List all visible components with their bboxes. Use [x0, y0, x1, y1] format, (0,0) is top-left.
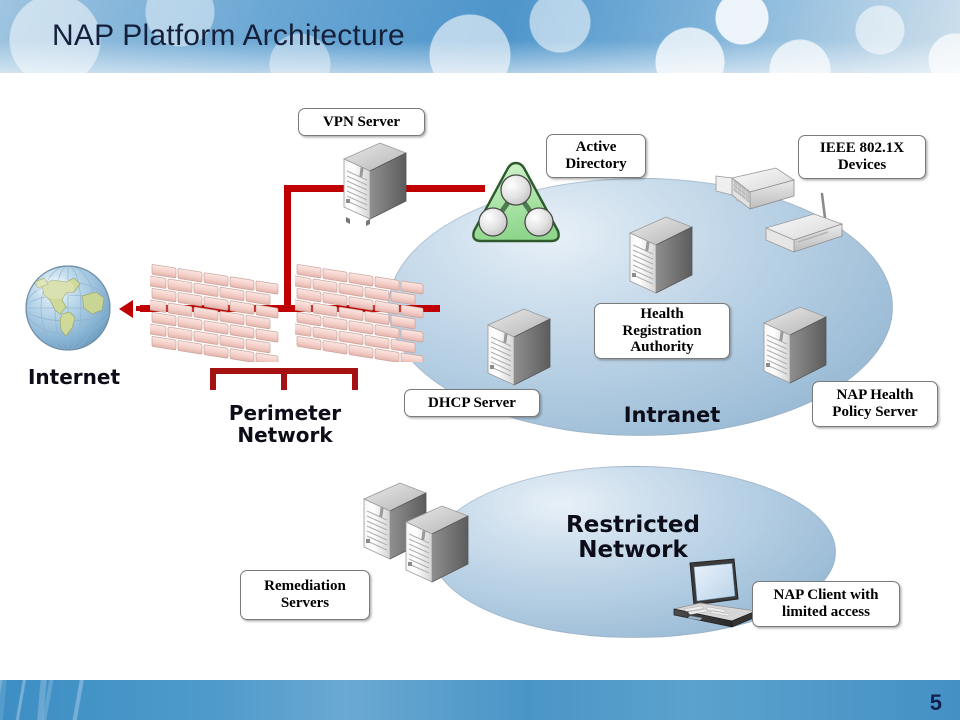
health-registration-authority-server-icon: [624, 213, 696, 303]
active-directory-label: Active Directory: [546, 134, 646, 178]
perimeter-bracket-right: [352, 368, 358, 390]
wire-vpn-riser: [284, 185, 291, 309]
internet-label: Internet: [27, 365, 121, 389]
nap-health-policy-server-label: NAP Health Policy Server: [812, 381, 938, 427]
firewall-brick-wall-icon: [141, 262, 280, 367]
firewall-brick-wall-icon-2: [286, 262, 425, 367]
perimeter-network-label: Perimeter Network: [228, 401, 342, 447]
health-registration-authority-label: Health Registration Authority: [594, 303, 730, 359]
restricted-network-label: Restricted Network: [566, 512, 700, 564]
intranet-label: Intranet: [623, 403, 721, 427]
perimeter-bracket-stem: [281, 368, 287, 390]
remediation-server-icon-2: [400, 502, 472, 592]
arrow-to-internet-icon: [119, 300, 133, 318]
page-number: 5: [929, 690, 942, 715]
slide-footer-band: [0, 680, 960, 720]
dhcp-server-icon: [482, 305, 554, 395]
vpn-server-label: VPN Server: [298, 108, 425, 136]
wireless-access-point-icon: [752, 190, 848, 263]
ieee-devices-label: IEEE 802.1X Devices: [798, 135, 926, 179]
slide-canvas: NAP Platform Architecture Internet VPN S…: [0, 0, 960, 720]
globe-icon: [22, 262, 114, 359]
nap-health-policy-server-icon: [758, 303, 830, 393]
nap-client-label: NAP Client with limited access: [752, 581, 900, 627]
vpn-server-icon: [338, 139, 410, 229]
perimeter-bracket-left: [210, 368, 216, 390]
dhcp-server-label: DHCP Server: [404, 389, 540, 417]
laptop-icon: [664, 557, 764, 638]
page-title: NAP Platform Architecture: [52, 19, 405, 52]
remediation-servers-label: Remediation Servers: [240, 570, 370, 620]
